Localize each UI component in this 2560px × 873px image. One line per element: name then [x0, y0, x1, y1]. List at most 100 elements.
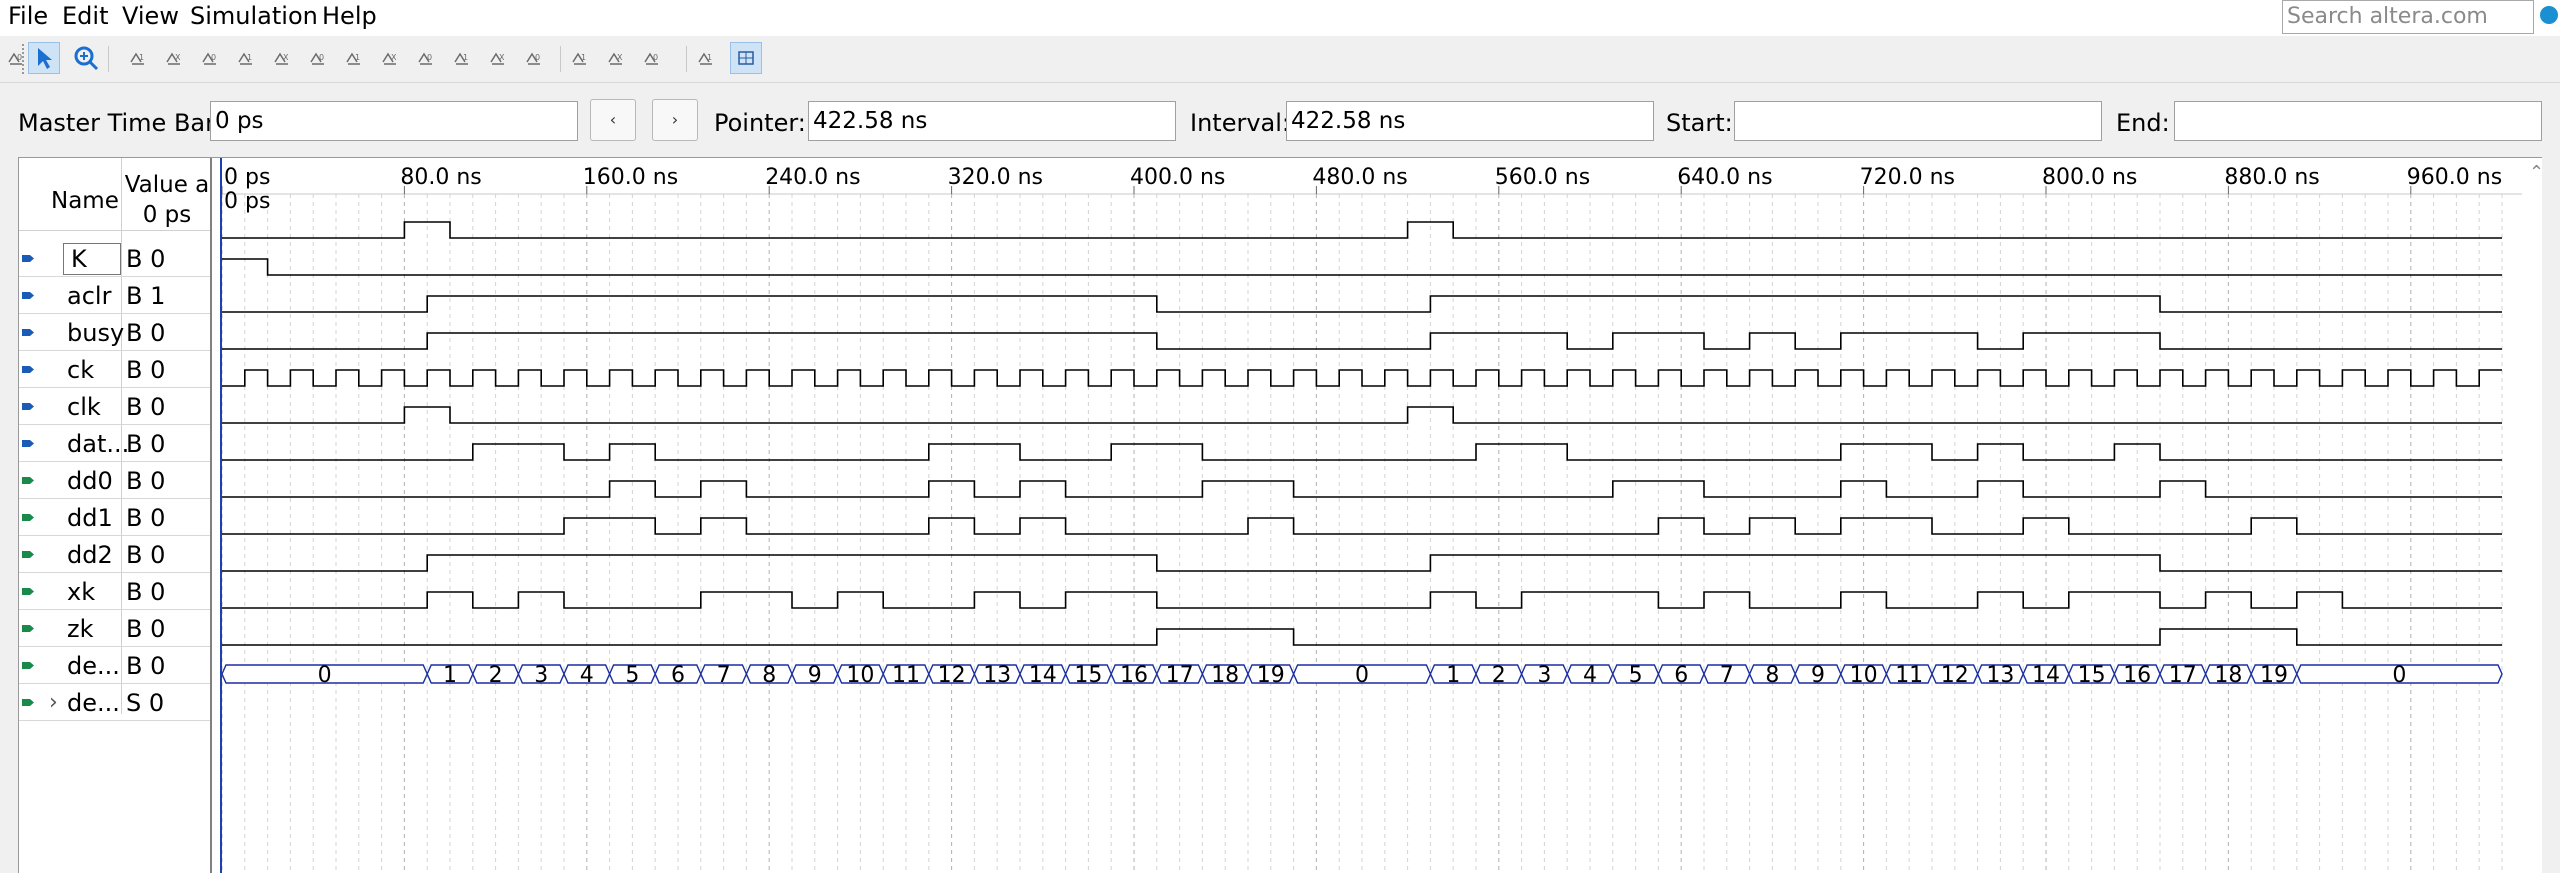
bus-value-label: 15: [2078, 663, 2106, 688]
previous-transition-button[interactable]: ‹: [590, 99, 636, 141]
svg-text:X: X: [391, 53, 397, 62]
end-field[interactable]: [2174, 101, 2542, 141]
signal-name: dd1: [67, 504, 113, 532]
signal-name: dat...: [67, 430, 130, 458]
bus-value-label: 2: [1492, 663, 1506, 688]
signal-row[interactable]: K B 0: [19, 240, 210, 277]
signal-value: B 0: [126, 430, 166, 458]
bus-value-label: 3: [534, 663, 548, 688]
bus-value-label: 6: [671, 663, 685, 688]
bus-value-label: 19: [2260, 663, 2288, 688]
search-input[interactable]: Search altera.com: [2282, 0, 2534, 34]
bus-value-label: 11: [892, 663, 920, 688]
clock-icon[interactable]: 1: [446, 42, 478, 74]
interval-label: Interval:: [1190, 109, 1290, 137]
force-unknown-icon[interactable]: 1: [122, 42, 154, 74]
signal-row[interactable]: dd2 B 0: [19, 536, 210, 573]
show-grid-icon[interactable]: [730, 42, 762, 74]
svg-text:X: X: [617, 53, 623, 62]
force-low-icon[interactable]: X: [158, 42, 190, 74]
snap-to-grid-icon[interactable]: 1: [564, 42, 596, 74]
svg-text:1: 1: [707, 53, 712, 62]
arbitrary-value-icon[interactable]: 0: [518, 42, 550, 74]
next-transition-button[interactable]: ›: [652, 99, 698, 141]
value-column-header[interactable]: Value a 0 ps: [122, 170, 212, 230]
signal-value: B 0: [126, 245, 166, 273]
scroll-up-icon[interactable]: ⌃: [2529, 162, 2542, 183]
signal-list: Name Value a 0 ps K B 0 aclr B 1 busy B 0 ck B …: [19, 158, 212, 873]
signal-row[interactable]: xk B 0: [19, 573, 210, 610]
pointer-field: 422.58 ns: [808, 101, 1176, 141]
force-dont-care-icon[interactable]: 1: [338, 42, 370, 74]
bus-value-label: 10: [846, 663, 874, 688]
toolbar-separator: [108, 46, 109, 72]
fit-in-window-icon[interactable]: 0: [0, 42, 32, 74]
menu-view[interactable]: View: [122, 0, 179, 32]
bus-value-label: 13: [1986, 663, 2014, 688]
bus-value-label: 0: [318, 663, 332, 688]
row-divider: [19, 720, 210, 721]
bus-value-label: 9: [1811, 663, 1825, 688]
signal-row[interactable]: dd0 B 0: [19, 462, 210, 499]
bus-value-label: 18: [1211, 663, 1239, 688]
force-weak-low-icon[interactable]: X: [266, 42, 298, 74]
sort-icon[interactable]: X: [600, 42, 632, 74]
name-column-header[interactable]: Name: [51, 188, 119, 214]
time-tick-label: 320.0 ns: [948, 165, 1043, 190]
svg-text:1: 1: [247, 53, 252, 62]
signal-row[interactable]: dat... B 0: [19, 425, 210, 462]
output-bus-icon: [21, 694, 35, 708]
menu-help[interactable]: Help: [322, 0, 377, 32]
signal-row[interactable]: ck B 0: [19, 351, 210, 388]
bus-value-label: 9: [808, 663, 822, 688]
interval-field: 422.58 ns: [1286, 101, 1654, 141]
time-tick-label: 800.0 ns: [2042, 165, 2137, 190]
cursor-time-label: 0 ps: [224, 189, 270, 214]
search-icon[interactable]: [2540, 6, 2558, 24]
force-weak-high-icon[interactable]: 0: [302, 42, 334, 74]
input-pin-icon: [21, 435, 35, 449]
selection-tool-icon[interactable]: [28, 42, 60, 74]
bus-value-label: 14: [1029, 663, 1057, 688]
menu-file[interactable]: File: [8, 0, 48, 32]
signal-row[interactable]: busy B 0: [19, 314, 210, 351]
signal-value: B 0: [126, 356, 166, 384]
signal-row[interactable]: clk B 0: [19, 388, 210, 425]
output-pin-icon: [21, 509, 35, 523]
waveform-canvas[interactable]: 0 ps 80.0 ns 160.0 ns 240.0 ns 320.0 ns 400.0…: [222, 158, 2522, 873]
count-value-icon[interactable]: 0: [410, 42, 442, 74]
bus-value-label: 1: [1446, 663, 1460, 688]
signal-row[interactable]: aclr B 1: [19, 277, 210, 314]
signal-name: K: [71, 245, 87, 273]
signal-row[interactable]: › de... S 0: [19, 684, 210, 721]
force-high-impedance-icon[interactable]: 1: [230, 42, 262, 74]
force-high-icon[interactable]: 0: [194, 42, 226, 74]
master-time-bar-field[interactable]: 0 ps: [210, 101, 578, 141]
random-value-icon[interactable]: X: [482, 42, 514, 74]
value-header-time: 0 ps: [142, 202, 192, 228]
bus-value-label: 18: [2214, 663, 2242, 688]
expand-icon[interactable]: ›: [49, 690, 58, 715]
svg-text:0: 0: [319, 53, 324, 62]
bus-value-label: 8: [762, 663, 776, 688]
menu-simulation[interactable]: Simulation: [190, 0, 318, 32]
bus-value-label: 0: [2392, 663, 2406, 688]
group-icon[interactable]: 0: [636, 42, 668, 74]
svg-text:0: 0: [653, 53, 658, 62]
signal-row[interactable]: dd1 B 0: [19, 499, 210, 536]
toolbar-separator: [560, 46, 561, 72]
ungroup-icon[interactable]: 1: [690, 42, 722, 74]
signal-name: aclr: [67, 282, 112, 310]
time-tick-label: 640.0 ns: [1677, 165, 1772, 190]
signal-row[interactable]: zk B 0: [19, 610, 210, 647]
invert-icon[interactable]: X: [374, 42, 406, 74]
signal-value: B 0: [126, 541, 166, 569]
svg-text:0: 0: [17, 53, 22, 62]
signal-row[interactable]: de... B 0: [19, 647, 210, 684]
menu-edit[interactable]: Edit: [62, 0, 108, 32]
start-field[interactable]: [1734, 101, 2102, 141]
time-tick-label: 240.0 ns: [765, 165, 860, 190]
signal-name: dd0: [67, 467, 113, 495]
zoom-tool-icon[interactable]: [70, 42, 102, 74]
master-time-bar-label: Master Time Bar:: [18, 109, 223, 137]
